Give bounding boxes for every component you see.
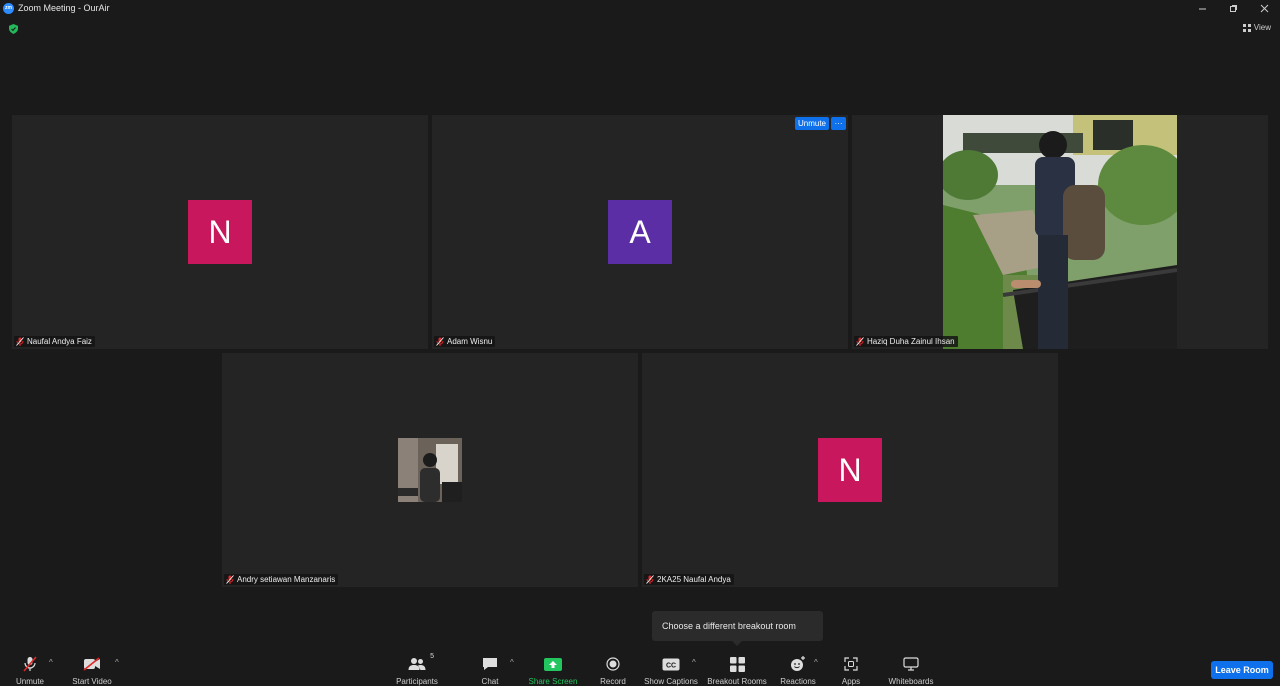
leave-room-button[interactable]: Leave Room (1211, 661, 1273, 679)
participant-name: Haziq Duha Zainul Ihsan (867, 337, 955, 346)
muted-mic-icon (22, 656, 38, 672)
record-icon (606, 656, 620, 672)
chat-icon (482, 656, 498, 672)
view-label: View (1253, 23, 1271, 32)
muted-mic-icon (226, 575, 234, 584)
breakout-rooms-icon (729, 656, 745, 672)
participants-count: 5 (430, 653, 434, 660)
view-button[interactable]: View (1242, 23, 1271, 32)
participants-button[interactable]: 5 Participants (387, 653, 447, 686)
window-controls (1187, 0, 1280, 16)
svg-text:CC: CC (666, 662, 676, 669)
chat-options-chevron-icon[interactable]: ^ (510, 658, 514, 667)
participant-nameplate: Adam Wisnu (434, 336, 496, 347)
tile-actions: Unmute ··· (794, 117, 846, 130)
participant-tile[interactable]: N Naufal Andya Faiz (12, 115, 428, 349)
participant-nameplate: Andry setiawan Manzanaris (224, 574, 339, 585)
ask-to-unmute-button[interactable]: Unmute (794, 117, 829, 130)
title-bar: zm Zoom Meeting - OurAir (0, 0, 1280, 16)
participant-tile[interactable]: Unmute ··· A Adam Wisnu (432, 115, 848, 349)
participant-nameplate: Haziq Duha Zainul Ihsan (854, 336, 958, 347)
breakout-tooltip: Choose a different breakout room (652, 611, 823, 646)
reactions-button[interactable]: Reactions (768, 656, 828, 686)
share-screen-button[interactable]: Share Screen (523, 656, 583, 686)
participant-video (398, 438, 462, 502)
zoom-logo-icon: zm (3, 2, 14, 14)
reactions-icon (790, 656, 806, 672)
captions-icon: CC (662, 656, 680, 672)
participants-icon: 5 (408, 653, 434, 672)
apps-icon (844, 656, 858, 672)
video-off-icon (83, 656, 101, 672)
participant-tile[interactable]: Haziq Duha Zainul Ihsan (852, 115, 1268, 349)
participant-tile[interactable]: Andry setiawan Manzanaris (222, 353, 638, 587)
participant-video (943, 115, 1177, 349)
participant-name: Naufal Andya Faiz (27, 337, 92, 346)
muted-mic-icon (16, 337, 24, 346)
participant-avatar: N (818, 438, 882, 502)
reactions-options-chevron-icon[interactable]: ^ (814, 658, 818, 667)
participant-tile[interactable]: N 2KA25 Naufal Andya (642, 353, 1058, 587)
more-options-button[interactable]: ··· (831, 117, 846, 130)
share-screen-icon (544, 656, 562, 672)
close-icon[interactable] (1249, 0, 1280, 16)
participant-nameplate: 2KA25 Naufal Andya (644, 574, 734, 585)
whiteboards-button[interactable]: Whiteboards (881, 656, 941, 686)
participant-name: Andry setiawan Manzanaris (237, 575, 336, 584)
window-title: Zoom Meeting - OurAir (18, 3, 110, 13)
participant-name: Adam Wisnu (447, 337, 493, 346)
meeting-toolbar: Unmute ^ Start Video ^ 5 Participants Ch… (0, 650, 1280, 686)
minimize-icon[interactable] (1187, 0, 1218, 16)
participant-avatar: A (608, 200, 672, 264)
participant-avatar: N (188, 200, 252, 264)
muted-mic-icon (856, 337, 864, 346)
whiteboard-icon (903, 656, 919, 672)
grid-view-icon (1242, 23, 1251, 32)
record-button[interactable]: Record (583, 656, 643, 686)
breakout-rooms-button[interactable]: Breakout Rooms (707, 656, 767, 686)
video-options-chevron-icon[interactable]: ^ (115, 658, 119, 667)
muted-mic-icon (436, 337, 444, 346)
audio-options-chevron-icon[interactable]: ^ (49, 658, 53, 667)
restore-icon[interactable] (1218, 0, 1249, 16)
captions-options-chevron-icon[interactable]: ^ (692, 658, 696, 667)
start-video-button[interactable]: Start Video (62, 656, 122, 686)
apps-button[interactable]: Apps (821, 656, 881, 686)
encryption-shield-icon[interactable] (9, 24, 18, 34)
muted-mic-icon (646, 575, 654, 584)
participant-name: 2KA25 Naufal Andya (657, 575, 731, 584)
participant-nameplate: Naufal Andya Faiz (14, 336, 95, 347)
